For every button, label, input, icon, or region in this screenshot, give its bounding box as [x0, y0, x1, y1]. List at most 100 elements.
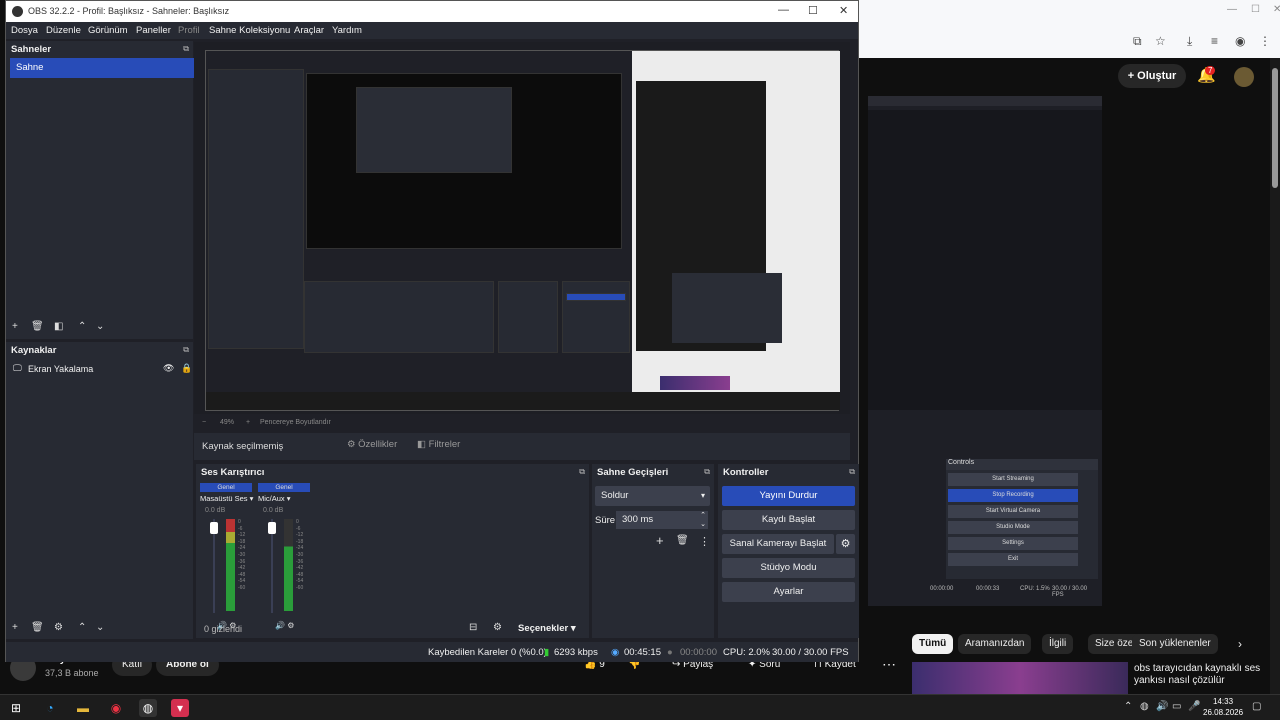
- minimize-button[interactable]: —: [778, 4, 789, 16]
- trash-icon[interactable]: 🗑: [31, 321, 44, 332]
- menu-view[interactable]: Görünüm: [88, 25, 128, 36]
- menu-icon[interactable]: ⋮: [1259, 34, 1271, 48]
- advanced-audio-icon[interactable]: ⚙: [493, 622, 502, 633]
- scrollbar-thumb[interactable]: [1272, 68, 1278, 188]
- close-button[interactable]: ✕: [839, 4, 848, 17]
- playlist-icon[interactable]: ≡: [1211, 34, 1218, 48]
- maximize-icon[interactable]: ☐: [1251, 4, 1260, 15]
- undock-icon[interactable]: ⧉: [183, 345, 189, 355]
- add-icon[interactable]: +: [12, 622, 18, 633]
- menu-docks[interactable]: Paneller: [136, 25, 171, 36]
- more-icon[interactable]: ⋯: [882, 656, 896, 673]
- close-icon[interactable]: ✕: [1273, 4, 1280, 15]
- collapse-icon[interactable]: ⊟: [469, 622, 477, 633]
- channel-name[interactable]: Mic/Aux ▾: [258, 494, 318, 503]
- more-icon[interactable]: ⋮: [699, 535, 710, 548]
- create-button[interactable]: + Oluştur: [1118, 64, 1186, 88]
- star-icon[interactable]: ☆: [1155, 34, 1166, 48]
- duration-input[interactable]: 300 ms ⌃ ⌄: [616, 511, 708, 529]
- undock-icon[interactable]: ⧉: [704, 467, 710, 477]
- avatar[interactable]: [1234, 67, 1254, 87]
- filter-icon[interactable]: ◧: [54, 321, 63, 332]
- maximize-button[interactable]: ☐: [808, 4, 818, 17]
- undock-icon[interactable]: ⧉: [849, 467, 855, 477]
- chip-all[interactable]: Tümü: [912, 634, 954, 654]
- arrow-up-icon[interactable]: ⌃: [78, 321, 86, 332]
- scrollbar[interactable]: [1270, 58, 1280, 694]
- preview-canvas[interactable]: [205, 50, 840, 411]
- arrow-down-icon[interactable]: ⌄: [96, 622, 104, 633]
- stop-streaming-button[interactable]: Yayını Durdur: [722, 486, 855, 506]
- minimize-icon[interactable]: —: [1227, 4, 1237, 15]
- network-icon[interactable]: ▭: [1172, 701, 1181, 712]
- speaker-icon[interactable]: 🔊: [1156, 701, 1168, 712]
- start-virtual-camera-button[interactable]: Sanal Kamerayı Başlat: [722, 534, 834, 554]
- bg-exit[interactable]: Exit: [948, 553, 1078, 566]
- clock[interactable]: 14:33 26.08.2026: [1203, 696, 1243, 718]
- trash-icon[interactable]: 🗑: [31, 622, 44, 633]
- bg-start-streaming[interactable]: Start Streaming: [948, 473, 1078, 486]
- menu-edit[interactable]: Düzenle: [46, 25, 81, 36]
- app-icon[interactable]: ▾: [171, 699, 189, 717]
- studio-mode-button[interactable]: Stüdyo Modu: [722, 558, 855, 578]
- lock-icon[interactable]: 🔒: [181, 363, 192, 374]
- channel-name[interactable]: Masaüstü Ses ▾: [200, 494, 260, 503]
- source-item[interactable]: 🖵 Ekran Yakalama 👁 🔒: [13, 363, 192, 377]
- bg-settings[interactable]: Settings: [948, 537, 1078, 550]
- stepper-icon[interactable]: ⌃ ⌄: [700, 511, 706, 529]
- download-icon[interactable]: ⤓: [1187, 34, 1192, 49]
- chevron-right-icon[interactable]: ›: [1238, 637, 1242, 651]
- add-icon[interactable]: +: [656, 533, 664, 548]
- start-recording-button[interactable]: Kaydı Başlat: [722, 510, 855, 530]
- menu-file[interactable]: Dosya: [11, 25, 38, 36]
- arrow-up-icon[interactable]: ⌃: [78, 622, 86, 633]
- video-thumbnail[interactable]: [912, 662, 1128, 694]
- menu-profile[interactable]: Profil: [178, 25, 200, 36]
- obs-icon[interactable]: ◍: [139, 699, 157, 717]
- fit-to-window[interactable]: Pencereye Boyutlandır: [260, 419, 331, 426]
- install-icon[interactable]: ⧉: [1133, 34, 1142, 49]
- gear-icon[interactable]: ⚙: [287, 621, 294, 630]
- windows-start-icon[interactable]: ⊞: [7, 699, 25, 717]
- menu-tools[interactable]: Araçlar: [294, 25, 324, 36]
- options-menu[interactable]: Seçenekler ▾: [518, 623, 576, 634]
- trash-icon[interactable]: 🗑: [676, 535, 689, 546]
- gear-icon[interactable]: ⚙: [54, 622, 63, 633]
- profile-icon[interactable]: ◉: [1235, 34, 1245, 48]
- bg-studio-mode[interactable]: Studio Mode: [948, 521, 1078, 534]
- properties-button[interactable]: ⚙ Özellikler: [344, 439, 397, 454]
- tray-app-icon[interactable]: ◍: [1140, 701, 1149, 712]
- video-title[interactable]: obs tarayıcıdan kaynaklı ses yankısı nas…: [1134, 663, 1268, 687]
- scenes-dock: Sahneler ⧉: [6, 41, 193, 339]
- zoom-in-icon[interactable]: +: [246, 419, 250, 426]
- undock-icon[interactable]: ⧉: [183, 44, 189, 54]
- tray-chevron-icon[interactable]: ⌃: [1124, 701, 1132, 712]
- filters-button[interactable]: ◧ Filtreler: [414, 439, 460, 454]
- folder-icon[interactable]: ▬: [74, 699, 92, 717]
- scene-item[interactable]: Sahne: [10, 58, 194, 78]
- add-icon[interactable]: +: [12, 321, 18, 332]
- gear-icon[interactable]: ⚙: [836, 534, 855, 554]
- chrome-icon[interactable]: ◉: [107, 699, 125, 717]
- zoom-out-icon[interactable]: −: [202, 419, 206, 426]
- mic-icon[interactable]: 🎤: [1188, 701, 1200, 712]
- menu-help[interactable]: Yardım: [332, 25, 362, 36]
- chip-from-search[interactable]: Aramanızdan: [958, 634, 1032, 654]
- volume-slider-handle[interactable]: [210, 522, 218, 534]
- bg-stop-recording[interactable]: Stop Recording: [948, 489, 1078, 502]
- tick: -60: [296, 584, 304, 591]
- edge-icon[interactable]: ◔: [41, 699, 59, 717]
- transition-select[interactable]: Soldur ▾: [595, 486, 710, 506]
- chip-related[interactable]: İlgili: [1042, 634, 1074, 654]
- settings-button[interactable]: Ayarlar: [722, 582, 855, 602]
- eye-icon[interactable]: 👁: [163, 363, 174, 374]
- menu-scene-collection[interactable]: Sahne Koleksiyonu: [209, 25, 290, 36]
- speaker-icon[interactable]: 🔊: [275, 621, 285, 630]
- chip-recent[interactable]: Son yüklenenler: [1132, 634, 1218, 654]
- volume-slider-handle[interactable]: [268, 522, 276, 534]
- bg-start-virtual-camera[interactable]: Start Virtual Camera: [948, 505, 1078, 518]
- undock-icon[interactable]: ⧉: [579, 467, 585, 477]
- notifications-icon[interactable]: ▢: [1252, 701, 1261, 712]
- monitor-icon: 🖵: [13, 363, 22, 373]
- arrow-down-icon[interactable]: ⌄: [96, 321, 104, 332]
